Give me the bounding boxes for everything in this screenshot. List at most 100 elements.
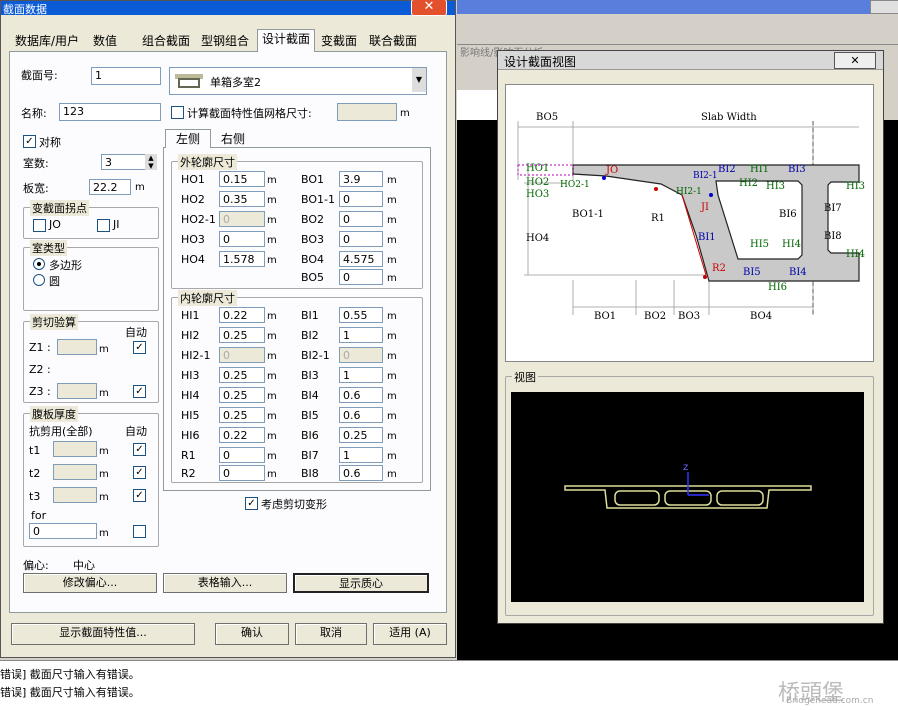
view-close-button[interactable]: ✕: [834, 52, 876, 69]
status-line-2: 错误] 截面尺寸输入有错误。: [0, 686, 140, 699]
ok-button[interactable]: 确认: [215, 623, 289, 645]
section-no-input[interactable]: 1: [91, 67, 161, 85]
jo-checkbox[interactable]: [33, 219, 46, 232]
dim-label: BI1: [301, 309, 319, 322]
z1-auto-checkbox[interactable]: ✓: [133, 341, 146, 354]
mesh-size-input[interactable]: [337, 103, 397, 121]
dim-unit: m: [267, 469, 277, 480]
modify-offset-button[interactable]: 修改偏心...: [23, 573, 157, 593]
show-props-button[interactable]: 显示截面特性值...: [11, 623, 195, 645]
close-button[interactable]: ✕: [411, 0, 447, 16]
dim-input[interactable]: 0: [219, 211, 265, 227]
side-tab-left[interactable]: 左侧: [165, 129, 211, 148]
dim-unit: m: [267, 311, 277, 322]
tor-input[interactable]: 0: [29, 523, 97, 539]
circle-radio[interactable]: [33, 274, 45, 286]
mesh-unit: m: [400, 108, 410, 119]
dim-input[interactable]: 0: [339, 269, 383, 285]
dim-input[interactable]: 0.25: [219, 327, 265, 343]
z3-input[interactable]: [57, 383, 97, 399]
t1-auto-checkbox[interactable]: ✓: [133, 443, 146, 456]
dim-input[interactable]: 0.25: [219, 367, 265, 383]
dim-input[interactable]: 0.15: [219, 171, 265, 187]
tab-variable-section[interactable]: 变截面: [317, 32, 361, 50]
tab-steel-composite[interactable]: 型钢组合: [197, 32, 253, 50]
t3-input[interactable]: [53, 487, 97, 503]
dim-input[interactable]: 0.22: [219, 307, 265, 323]
side-tab-right[interactable]: 右侧: [211, 131, 255, 147]
tab-values[interactable]: 数值: [89, 32, 121, 50]
dim-input[interactable]: 1.578: [219, 251, 265, 267]
tor-unit: m: [99, 528, 109, 539]
cells-spinner[interactable]: ▲ ▼: [145, 154, 157, 170]
dim-label: BI3: [301, 369, 319, 382]
dim-input[interactable]: 1: [339, 367, 383, 383]
offset-value: 中心: [73, 559, 95, 572]
dim-bi6: BI6: [779, 209, 797, 220]
tab-database[interactable]: 数据库/用户: [11, 32, 83, 50]
name-input[interactable]: 123: [59, 103, 161, 121]
dim-unit: m: [387, 351, 397, 362]
box-girder-icon: [175, 74, 203, 88]
section-type-select[interactable]: 单箱多室2 ▼: [169, 67, 427, 95]
dim-unit: m: [387, 371, 397, 382]
tor-label: for: [31, 509, 47, 522]
shear-deform-checkbox[interactable]: ✓: [245, 497, 258, 510]
circle-label: 圆: [49, 275, 60, 288]
dim-input[interactable]: 0: [339, 191, 383, 207]
show-centroid-button[interactable]: 显示质心: [293, 573, 429, 593]
t2-auto-checkbox[interactable]: ✓: [133, 466, 146, 479]
dim-input[interactable]: 0: [219, 447, 265, 463]
dim-label: R1: [181, 449, 196, 462]
dim-input[interactable]: 0: [219, 231, 265, 247]
dim-unit: m: [387, 451, 397, 462]
t3-auto-checkbox[interactable]: ✓: [133, 489, 146, 502]
tab-composite[interactable]: 组合截面: [138, 32, 194, 50]
dim-input[interactable]: 1: [339, 447, 383, 463]
dim-input[interactable]: 0: [219, 465, 265, 481]
t2-input[interactable]: [53, 464, 97, 480]
tab-joint-section[interactable]: 联合截面: [365, 32, 421, 50]
ji-checkbox[interactable]: [97, 219, 110, 232]
dim-input[interactable]: 0: [339, 347, 383, 363]
symmetric-checkbox[interactable]: ✓: [23, 135, 36, 148]
dim-input[interactable]: 4.575: [339, 251, 383, 267]
shear-deform-label: 考虑剪切变形: [261, 498, 327, 511]
tor-checkbox[interactable]: [133, 525, 146, 538]
z3-auto-checkbox[interactable]: ✓: [133, 385, 146, 398]
polygon-radio[interactable]: [33, 258, 45, 270]
z3-unit: m: [99, 388, 109, 399]
dim-input[interactable]: 1: [339, 327, 383, 343]
background-close-button[interactable]: [870, 0, 898, 14]
dim-input[interactable]: 0: [219, 347, 265, 363]
z1-input[interactable]: [57, 339, 97, 355]
view-title: 设计截面视图: [504, 55, 577, 69]
width-input[interactable]: 22.2: [89, 179, 131, 195]
table-input-button[interactable]: 表格输入...: [163, 573, 287, 593]
chevron-down-icon[interactable]: ▼: [412, 68, 426, 92]
t3-unit: m: [99, 492, 109, 503]
dim-unit: m: [387, 195, 397, 206]
dim-input[interactable]: 3.9: [339, 171, 383, 187]
tab-design-section[interactable]: 设计截面: [257, 29, 316, 52]
t1-input[interactable]: [53, 441, 97, 457]
dim-input[interactable]: 0.6: [339, 387, 383, 403]
apply-button[interactable]: 适用 (A): [373, 623, 447, 645]
dim-ho2: HO2: [526, 177, 550, 188]
dim-input[interactable]: 0: [339, 211, 383, 227]
cancel-button[interactable]: 取消: [295, 623, 367, 645]
dim-input[interactable]: 0.6: [339, 407, 383, 423]
dim-input[interactable]: 0.25: [219, 387, 265, 403]
dim-input[interactable]: 0.25: [339, 427, 383, 443]
dim-input[interactable]: 0.55: [339, 307, 383, 323]
dim-bi2: BI2: [718, 164, 736, 175]
dim-input[interactable]: 0: [339, 231, 383, 247]
dim-bo1-1: BO1-1: [572, 209, 604, 220]
dim-input[interactable]: 0.6: [339, 465, 383, 481]
dim-input[interactable]: 0.22: [219, 427, 265, 443]
dim-input[interactable]: 0.25: [219, 407, 265, 423]
mesh-size-checkbox[interactable]: [171, 106, 184, 119]
dim-label: BO1: [301, 173, 325, 186]
view-canvas[interactable]: z: [511, 392, 864, 602]
dim-input[interactable]: 0.35: [219, 191, 265, 207]
